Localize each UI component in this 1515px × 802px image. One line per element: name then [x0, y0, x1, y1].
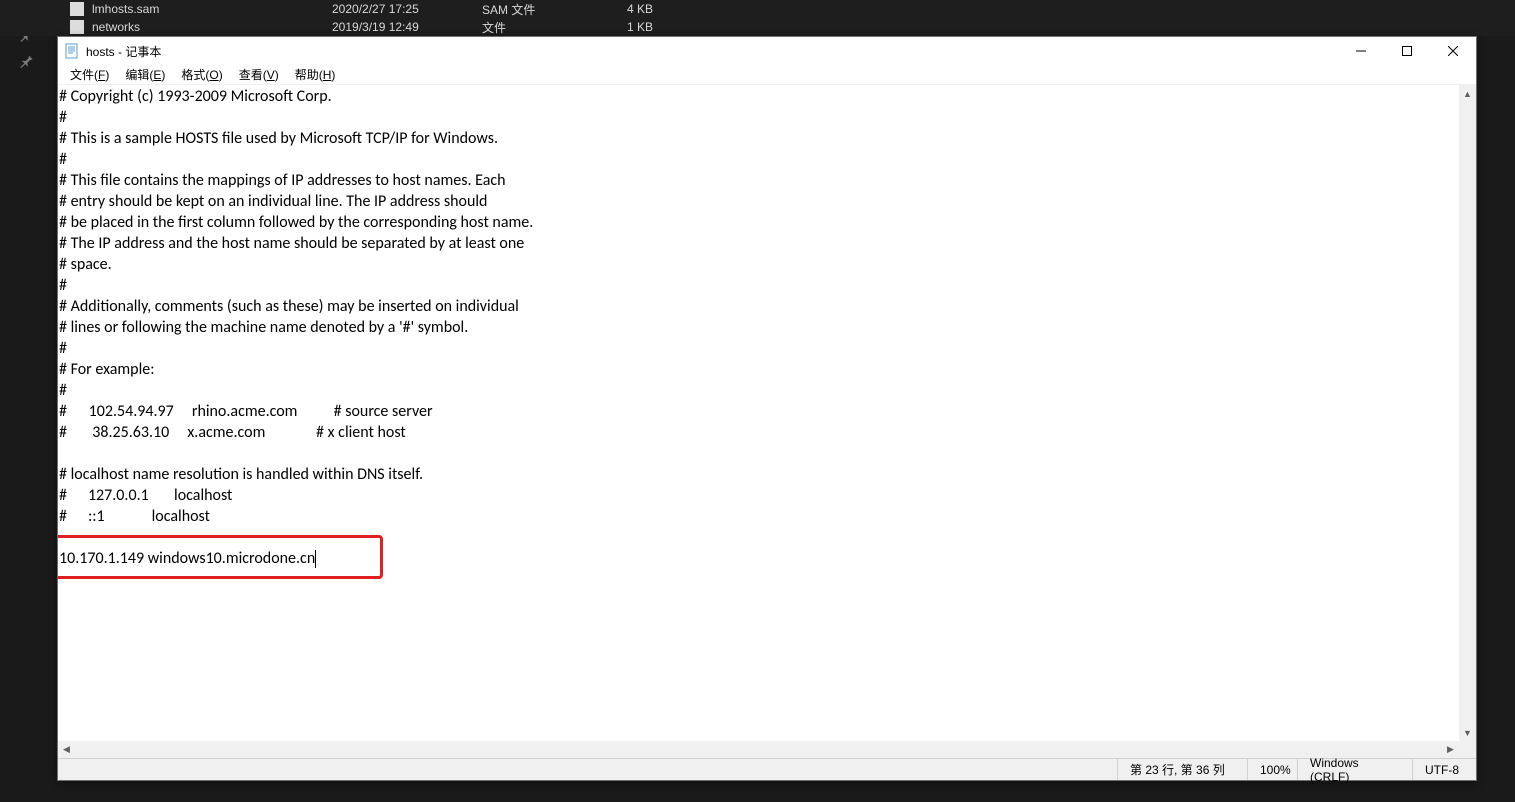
file-icon	[70, 2, 84, 16]
file-row[interactable]: networks 2019/3/19 12:49 文件 1 KB	[0, 18, 1515, 36]
editor-text[interactable]: # Copyright (c) 1993-2009 Microsoft Corp…	[58, 85, 534, 570]
file-date: 2020/2/27 17:25	[332, 2, 482, 16]
pin-icon	[20, 54, 34, 68]
menubar: 文件(F) 编辑(E) 格式(O) 查看(V) 帮助(H)	[58, 65, 1476, 85]
status-zoom: 100%	[1247, 759, 1297, 780]
titlebar[interactable]: hosts - 记事本	[58, 37, 1476, 65]
maximize-button[interactable]	[1384, 37, 1430, 65]
file-size: 4 KB	[627, 2, 687, 16]
notepad-icon	[64, 43, 80, 59]
scroll-down-icon[interactable]: ▼	[1459, 724, 1476, 741]
menu-view[interactable]: 查看(V)	[231, 64, 287, 85]
scroll-right-icon[interactable]: ▶	[1442, 741, 1459, 758]
file-row[interactable]: lmhosts.sam 2020/2/27 17:25 SAM 文件 4 KB	[0, 0, 1515, 18]
horizontal-scrollbar[interactable]: ◀ ▶	[58, 741, 1459, 758]
file-type: SAM 文件	[482, 1, 627, 18]
status-encoding: UTF-8	[1412, 759, 1476, 780]
status-cursor-pos: 第 23 行, 第 36 列	[1117, 759, 1247, 780]
file-type: 文件	[482, 19, 627, 36]
window-title: hosts - 记事本	[86, 43, 161, 60]
text-editor[interactable]: # Copyright (c) 1993-2009 Microsoft Corp…	[58, 85, 1476, 758]
minimize-button[interactable]	[1338, 37, 1384, 65]
scroll-left-icon[interactable]: ◀	[58, 741, 75, 758]
close-button[interactable]	[1430, 37, 1476, 65]
file-name: lmhosts.sam	[92, 2, 332, 16]
notepad-window: hosts - 记事本 文件(F) 编辑(E) 格式(O) 查看(V) 帮助(H…	[57, 36, 1477, 781]
file-date: 2019/3/19 12:49	[332, 20, 482, 34]
explorer-background: lmhosts.sam 2020/2/27 17:25 SAM 文件 4 KB …	[0, 0, 1515, 36]
status-bar: 第 23 行, 第 36 列 100% Windows (CRLF) UTF-8	[58, 758, 1476, 780]
menu-format[interactable]: 格式(O)	[173, 64, 230, 85]
scroll-up-icon[interactable]: ▲	[1459, 85, 1476, 102]
status-eol: Windows (CRLF)	[1297, 759, 1412, 780]
vertical-scrollbar[interactable]: ▲ ▼	[1459, 85, 1476, 741]
menu-edit[interactable]: 编辑(E)	[117, 64, 173, 85]
file-size: 1 KB	[627, 20, 687, 34]
scrollbar-corner	[1459, 741, 1476, 758]
menu-file[interactable]: 文件(F)	[62, 64, 117, 85]
file-name: networks	[92, 20, 332, 34]
file-icon	[70, 20, 84, 34]
menu-help[interactable]: 帮助(H)	[287, 64, 344, 85]
